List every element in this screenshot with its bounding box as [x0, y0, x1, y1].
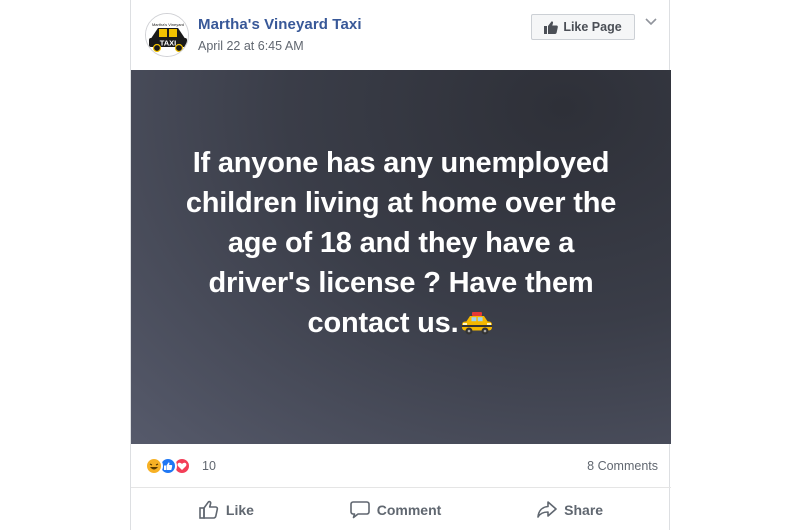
post-body-line: contact us.: [307, 307, 459, 339]
share-button[interactable]: Share: [537, 500, 603, 519]
like-page-button[interactable]: Like Page: [531, 14, 635, 40]
thumbs-up-outline-icon: [199, 500, 219, 519]
like-button[interactable]: Like: [199, 500, 254, 519]
comments-count-link[interactable]: 8 Comments: [587, 459, 658, 473]
haha-reaction-icon: [145, 457, 163, 475]
comment-label: Comment: [376, 501, 442, 518]
share-arrow-icon: [537, 501, 557, 518]
post-image[interactable]: If anyone has any unemployed children li…: [131, 70, 671, 444]
page-name-link[interactable]: Martha's Vineyard Taxi: [198, 16, 362, 33]
post-body-text: If anyone has any unemployed children li…: [151, 143, 651, 347]
svg-text:TAXI: TAXI: [160, 39, 177, 48]
like-page-label: Like Page: [563, 20, 622, 34]
chevron-down-icon[interactable]: [644, 15, 658, 29]
post-body-last-line: contact us.: [151, 303, 651, 347]
post-action-bar: Like Comment Share: [131, 489, 671, 530]
comment-button[interactable]: Comment: [349, 500, 442, 519]
svg-text:Martha's Vineyard: Martha's Vineyard: [152, 22, 184, 27]
reaction-count[interactable]: 10: [202, 459, 216, 473]
post-body-line: If anyone has any unemployed: [192, 147, 610, 179]
comment-icon: [349, 501, 370, 519]
page-avatar[interactable]: TAXI Martha's Vineyard: [145, 13, 189, 57]
post-header: TAXI Martha's Vineyard Martha's Vineyard…: [131, 0, 671, 70]
post-body-line: children living at home over the: [185, 187, 617, 219]
reaction-icons[interactable]: [145, 457, 201, 475]
post-body-line: age of 18 and they have a: [227, 227, 575, 259]
share-label: Share: [564, 501, 604, 518]
like-label: Like: [225, 501, 254, 518]
post-timestamp[interactable]: April 22 at 6:45 AM: [198, 39, 304, 53]
post-body-line: driver's license ? Have them: [208, 267, 594, 299]
taxi-emoji-icon: [460, 307, 494, 347]
taxi-logo-icon: TAXI Martha's Vineyard: [146, 14, 188, 56]
thumbs-up-icon: [544, 20, 559, 34]
facebook-post-card: TAXI Martha's Vineyard Martha's Vineyard…: [130, 0, 671, 530]
reactions-summary: 10 8 Comments: [131, 444, 671, 488]
